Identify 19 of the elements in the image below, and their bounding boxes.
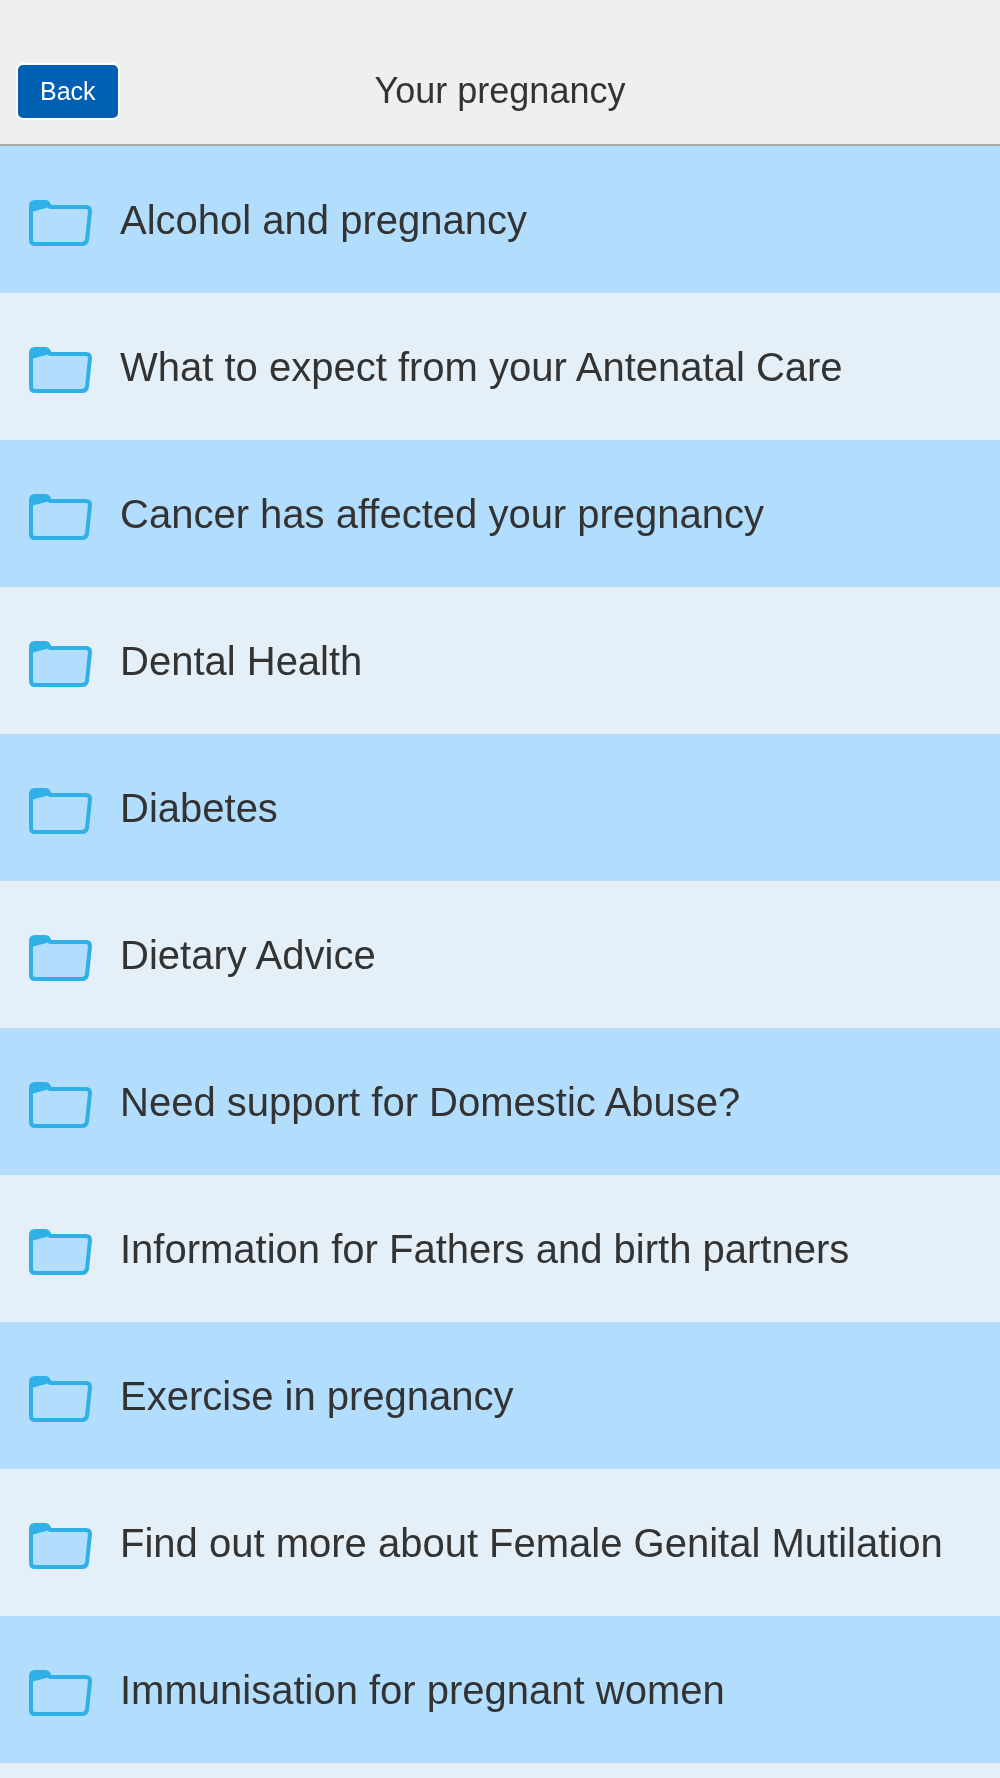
folder-list-item[interactable]: Immunisation for pregnant women [0, 1616, 1000, 1763]
folder-icon [28, 346, 92, 393]
folder-icon [28, 1522, 92, 1569]
page-title: Your pregnancy [374, 70, 626, 112]
folder-list-item[interactable]: Need support for Domestic Abuse? [0, 1028, 1000, 1175]
folder-icon [28, 1375, 92, 1422]
folder-icon [28, 640, 92, 687]
folder-icon [28, 1228, 92, 1275]
folder-icon [28, 787, 92, 834]
folder-icon [28, 934, 92, 981]
back-button[interactable]: Back [16, 63, 120, 120]
folder-icon [28, 199, 92, 246]
folder-list-item[interactable]: Diabetes [0, 734, 1000, 881]
folder-icon [28, 1081, 92, 1128]
folder-icon [28, 1669, 92, 1716]
folder-list-item[interactable]: Alcohol and pregnancy [0, 146, 1000, 293]
folder-icon [28, 493, 92, 540]
folder-list-item[interactable]: Exercise in pregnancy [0, 1322, 1000, 1469]
folder-list-item[interactable]: Cancer has affected your pregnancy [0, 440, 1000, 587]
